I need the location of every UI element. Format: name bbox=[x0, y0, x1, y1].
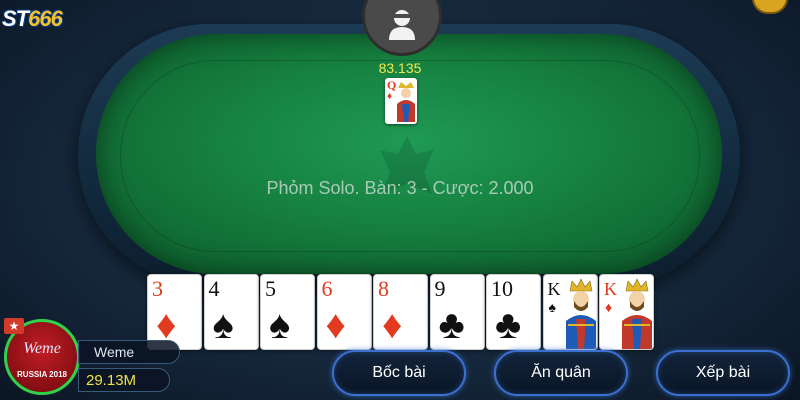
queen-figure-icon bbox=[397, 82, 415, 122]
card-rank: 6 bbox=[321, 276, 333, 301]
card-suit: ♠ bbox=[548, 299, 556, 315]
hand-card[interactable]: 3 ♦ bbox=[147, 274, 202, 350]
hand-card[interactable]: 6 ♦ bbox=[316, 274, 372, 350]
menu-coin-button[interactable] bbox=[752, 0, 788, 14]
card-rank: 5 bbox=[265, 276, 276, 301]
hand-card[interactable]: K ♦ bbox=[599, 274, 654, 350]
opponent-money: 83.135 bbox=[378, 60, 422, 76]
hand-card[interactable]: 9 ♣ bbox=[429, 274, 485, 350]
king-figure-icon bbox=[565, 278, 596, 349]
card-suit: ♦ bbox=[382, 303, 403, 347]
card-rank: 8 bbox=[378, 276, 389, 301]
user-silhouette-icon bbox=[389, 10, 415, 40]
card-rank: K bbox=[604, 279, 617, 299]
player-name: Weme bbox=[94, 344, 135, 360]
opponent-card-suit: ♦ bbox=[387, 91, 393, 102]
card-suit: ♣ bbox=[495, 303, 522, 347]
hand-card[interactable]: 4 ♠ bbox=[203, 274, 259, 350]
card-rank: 4 bbox=[208, 276, 220, 301]
hand-card[interactable]: 10 ♣ bbox=[486, 274, 541, 350]
card-suit: ♠ bbox=[212, 303, 234, 347]
king-figure-icon bbox=[622, 278, 652, 349]
avatar-caption: RUSSIA 2018 bbox=[17, 370, 67, 379]
player-money: 29.13M bbox=[86, 372, 137, 389]
take-card-button[interactable]: Ăn quân bbox=[494, 350, 628, 396]
logo-text: ST666 bbox=[2, 6, 63, 32]
table-info-text: Phỏm Solo. Bàn: 3 - Cược: 2.000 bbox=[266, 178, 534, 198]
card-suit: ♦ bbox=[605, 299, 613, 315]
opponent-card: Q ♦ bbox=[385, 78, 417, 124]
brand-logo: ST666 bbox=[2, 6, 104, 36]
logo-number: 666 bbox=[28, 6, 63, 31]
logo-prefix: ST bbox=[2, 6, 29, 31]
avatar-logo-text: Weme bbox=[23, 340, 61, 357]
card-rank: 3 bbox=[152, 276, 163, 301]
card-suit: ♦ bbox=[325, 303, 346, 347]
card-rank: 10 bbox=[491, 276, 513, 301]
hand-card[interactable]: 5 ♠ bbox=[260, 274, 315, 350]
card-suit: ♣ bbox=[438, 303, 465, 347]
card-suit: ♦ bbox=[156, 303, 177, 347]
card-rank: 9 bbox=[434, 276, 446, 301]
card-rank: K bbox=[547, 279, 561, 299]
draw-card-button[interactable]: Bốc bài bbox=[332, 350, 466, 396]
arrange-cards-button[interactable]: Xếp bài bbox=[656, 350, 790, 396]
vip-star-icon: ★ bbox=[4, 318, 24, 334]
card-suit: ♠ bbox=[269, 303, 291, 347]
hand-card[interactable]: K ♠ bbox=[542, 274, 598, 350]
hand-card[interactable]: 8 ♦ bbox=[373, 274, 428, 350]
